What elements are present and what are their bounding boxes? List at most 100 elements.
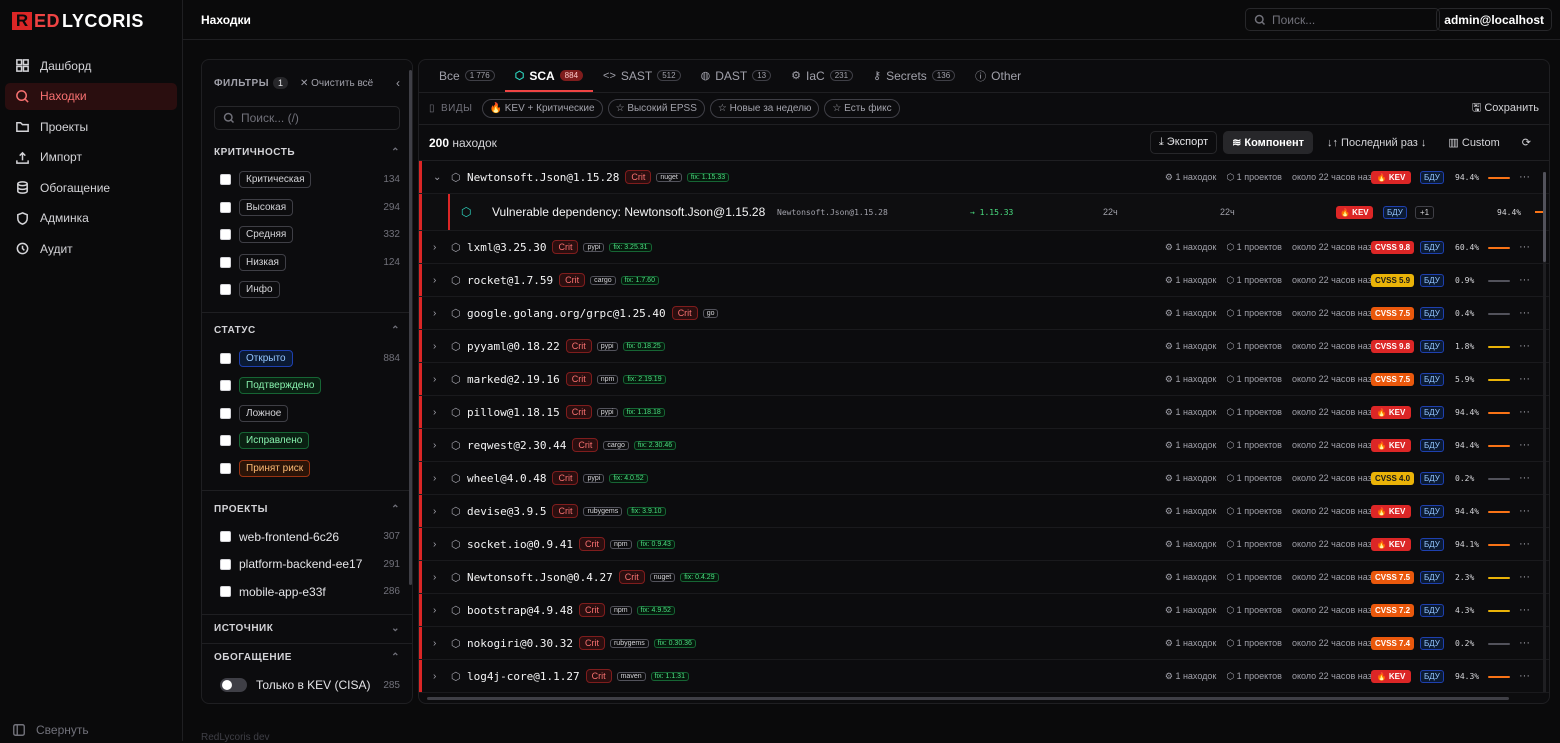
table-row[interactable]: ›⬡log4j-core@1.1.27Critmavenfix: 1.1.31⚙… (419, 660, 1549, 693)
saved-view-chip[interactable]: ☆ Есть фикс (824, 99, 899, 118)
chevron-right-icon[interactable]: › (433, 341, 451, 352)
sidebar-item-2[interactable]: Проекты (5, 113, 177, 140)
collapse-sidebar-button[interactable]: Свернуть (12, 723, 89, 737)
chevron-right-icon[interactable]: › (433, 572, 451, 583)
filter-option[interactable]: Критическая134 (214, 166, 400, 194)
checkbox[interactable] (220, 559, 231, 570)
filter-option[interactable]: Только в KEV (CISA)285 (214, 672, 400, 700)
tab-dast[interactable]: ◍DAST13 (691, 59, 782, 92)
projects-section-header[interactable]: ПРОЕКТЫ⌃ (214, 495, 400, 523)
filter-option[interactable]: web-frontend-6c26307 (214, 523, 400, 551)
checkbox[interactable] (220, 531, 231, 542)
checkbox[interactable] (220, 353, 231, 364)
table-row[interactable]: ›⬡marked@2.19.16Critnpmfix: 2.19.19⚙ 1 н… (419, 363, 1549, 396)
filter-option[interactable]: Низкая124 (214, 249, 400, 277)
more-actions-icon[interactable]: ··· (1519, 472, 1530, 484)
tab-sca[interactable]: ⬡SCA884 (505, 59, 593, 92)
chevron-right-icon[interactable]: › (433, 275, 451, 286)
table-row[interactable]: ⌄⬡Newtonsoft.Json@1.15.28Critnugetfix: 1… (419, 161, 1549, 194)
filter-option[interactable]: Ложное (214, 400, 400, 428)
component-name[interactable]: bootstrap@4.9.48 (467, 604, 573, 617)
global-search-input[interactable]: Поиск... (1245, 8, 1440, 31)
checkbox[interactable] (220, 586, 231, 597)
filter-option[interactable]: В БДУ ФСТЭК842 (214, 699, 400, 704)
component-name[interactable]: devise@3.9.5 (467, 505, 546, 518)
checkbox[interactable] (220, 435, 231, 446)
user-menu-button[interactable]: admin@localhost (1436, 8, 1552, 31)
chevron-right-icon[interactable]: › (433, 638, 451, 649)
table-row[interactable]: ›⬡lxml@3.25.30Critpypifix: 3.25.31⚙ 1 на… (419, 231, 1549, 264)
clear-filters-button[interactable]: ✕ Очистить всё (300, 78, 373, 89)
more-actions-icon[interactable]: ··· (1519, 637, 1530, 649)
table-row[interactable]: ›⬡wheel@4.0.48Critpypifix: 4.0.52⚙ 1 нах… (419, 462, 1549, 495)
source-section-header[interactable]: ИСТОЧНИК⌄ (214, 615, 400, 643)
chevron-right-icon[interactable]: › (433, 374, 451, 385)
checkbox[interactable] (220, 257, 231, 268)
filter-option[interactable]: Инфо (214, 276, 400, 304)
chevron-right-icon[interactable]: › (433, 242, 451, 253)
chevron-down-icon[interactable]: ⌄ (433, 172, 451, 183)
tab-iac[interactable]: ⚙IaC231 (781, 59, 863, 92)
more-actions-icon[interactable]: ··· (1519, 373, 1530, 385)
chevron-right-icon[interactable]: › (433, 506, 451, 517)
severity-section-header[interactable]: КРИТИЧНОСТЬ⌃ (214, 138, 400, 166)
chevron-right-icon[interactable]: › (433, 407, 451, 418)
filter-option[interactable]: Высокая294 (214, 194, 400, 222)
table-row[interactable]: ›⬡devise@3.9.5Critrubygemsfix: 3.9.10⚙ 1… (419, 495, 1549, 528)
more-actions-icon[interactable]: ··· (1519, 571, 1530, 583)
filter-option[interactable]: Исправлено (214, 427, 400, 455)
refresh-button[interactable]: ⟳ (1514, 136, 1539, 149)
more-actions-icon[interactable]: ··· (1519, 171, 1530, 183)
export-button[interactable]: ⤓ Экспорт (1150, 131, 1217, 154)
sort-button[interactable]: ↓↑ Последний раз ↓ (1319, 137, 1434, 149)
status-section-header[interactable]: СТАТУС⌃ (214, 317, 400, 345)
component-name[interactable]: pillow@1.18.15 (467, 406, 560, 419)
group-by-component-button[interactable]: ≋ Компонент (1223, 131, 1313, 154)
component-name[interactable]: google.golang.org/grpc@1.25.40 (467, 307, 666, 320)
filter-search-input[interactable]: Поиск... (/) (214, 106, 400, 130)
chevron-right-icon[interactable]: › (433, 605, 451, 616)
checkbox[interactable] (220, 380, 231, 391)
more-actions-icon[interactable]: ··· (1519, 307, 1530, 319)
checkbox[interactable] (220, 202, 231, 213)
tab-secrets[interactable]: ⚷Secrets136 (863, 59, 965, 92)
component-name[interactable]: reqwest@2.30.44 (467, 439, 566, 452)
enrichment-section-header[interactable]: ОБОГАЩЕНИЕ⌃ (214, 644, 400, 672)
filter-option[interactable]: platform-backend-ee17291 (214, 551, 400, 579)
collapse-filters-icon[interactable]: ‹ (396, 76, 400, 90)
chevron-right-icon[interactable]: › (433, 539, 451, 550)
sidebar-item-3[interactable]: Импорт (5, 144, 177, 171)
tab-все[interactable]: Все1 776 (429, 59, 505, 92)
more-actions-icon[interactable]: ··· (1519, 439, 1530, 451)
checkbox[interactable] (220, 229, 231, 240)
chevron-right-icon[interactable]: › (433, 671, 451, 682)
component-name[interactable]: log4j-core@1.1.27 (467, 670, 580, 683)
saved-view-chip[interactable]: 🔥 KEV + Критические (482, 99, 603, 118)
more-actions-icon[interactable]: ··· (1519, 274, 1530, 286)
checkbox[interactable] (220, 463, 231, 474)
sidebar-item-1[interactable]: Находки (5, 83, 177, 110)
component-name[interactable]: rocket@1.7.59 (467, 274, 553, 287)
table-row[interactable]: ›⬡nokogiri@0.30.32Critrubygemsfix: 0.30.… (419, 627, 1549, 660)
saved-view-chip[interactable]: ☆ Новые за неделю (710, 99, 820, 118)
more-actions-icon[interactable]: ··· (1519, 406, 1530, 418)
save-view-button[interactable]: 🖫 Сохранить (1472, 99, 1539, 118)
filter-option[interactable]: mobile-app-e33f286 (214, 578, 400, 606)
filter-option[interactable]: Открыто884 (214, 345, 400, 373)
toggle-switch[interactable] (220, 678, 247, 692)
table-row[interactable]: ›⬡reqwest@2.30.44Critcargofix: 2.30.46⚙ … (419, 429, 1549, 462)
finding-title[interactable]: Vulnerable dependency: Newtonsoft.Json@1… (492, 205, 765, 219)
tab-sast[interactable]: <>SAST512 (593, 59, 691, 92)
component-name[interactable]: Newtonsoft.Json@1.15.28 (467, 171, 619, 184)
chevron-right-icon[interactable]: › (433, 473, 451, 484)
component-name[interactable]: lxml@3.25.30 (467, 241, 546, 254)
more-actions-icon[interactable]: ··· (1519, 670, 1530, 682)
more-actions-icon[interactable]: ··· (1519, 538, 1530, 550)
saved-view-chip[interactable]: ☆ Высокий EPSS (608, 99, 705, 118)
table-row[interactable]: ›⬡bootstrap@4.9.48Critnpmfix: 4.9.52⚙ 1 … (419, 594, 1549, 627)
filters-scrollbar[interactable] (409, 70, 412, 585)
more-actions-icon[interactable]: ··· (1519, 505, 1530, 517)
component-name[interactable]: nokogiri@0.30.32 (467, 637, 573, 650)
component-name[interactable]: pyyaml@0.18.22 (467, 340, 560, 353)
component-name[interactable]: wheel@4.0.48 (467, 472, 546, 485)
